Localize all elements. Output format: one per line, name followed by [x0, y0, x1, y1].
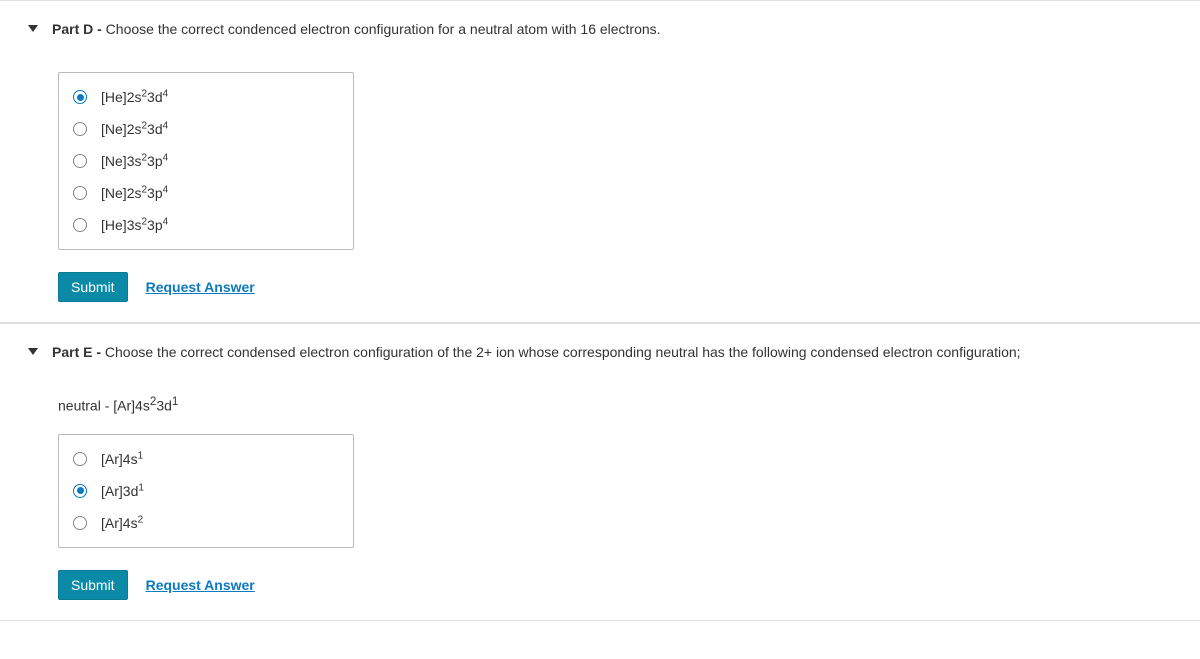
option-label: [Ne]2s23d4 — [101, 121, 168, 137]
neutral-config-line: neutral - [Ar]4s23d1 — [58, 395, 1200, 414]
radio-icon[interactable] — [73, 154, 87, 168]
part-e-options: [Ar]4s1 [Ar]3d1 [Ar]4s2 — [58, 434, 354, 548]
part-d-header: Part D - Choose the correct condenced el… — [0, 11, 1200, 52]
request-answer-link[interactable]: Request Answer — [146, 279, 255, 295]
option-label: [Ne]2s23p4 — [101, 185, 168, 201]
collapse-caret-icon[interactable] — [28, 25, 38, 32]
radio-icon[interactable] — [73, 452, 87, 466]
radio-icon[interactable] — [73, 484, 87, 498]
radio-icon[interactable] — [73, 516, 87, 530]
option-row[interactable]: [He]3s23p4 — [59, 209, 353, 241]
submit-button[interactable]: Submit — [58, 570, 128, 600]
collapse-caret-icon[interactable] — [28, 348, 38, 355]
part-d-label: Part D - — [52, 21, 102, 37]
option-row[interactable]: [Ar]3d1 — [59, 475, 353, 507]
option-label: [Ne]3s23p4 — [101, 153, 168, 169]
option-row[interactable]: [Ne]2s23p4 — [59, 177, 353, 209]
request-answer-link[interactable]: Request Answer — [146, 577, 255, 593]
part-e-section: Part E - Choose the correct condensed el… — [0, 323, 1200, 621]
radio-icon[interactable] — [73, 122, 87, 136]
option-label: [He]3s23p4 — [101, 217, 168, 233]
option-row[interactable]: [Ar]4s1 — [59, 443, 353, 475]
part-d-title: Part D - Choose the correct condenced el… — [52, 19, 661, 40]
part-e-body: neutral - [Ar]4s23d1 [Ar]4s1 [Ar]3d1 [Ar… — [0, 395, 1200, 600]
option-label: [Ar]4s2 — [101, 515, 143, 531]
radio-icon[interactable] — [73, 186, 87, 200]
part-e-actions: Submit Request Answer — [58, 570, 1200, 600]
radio-icon[interactable] — [73, 218, 87, 232]
option-row[interactable]: [Ne]3s23p4 — [59, 145, 353, 177]
part-e-header: Part E - Choose the correct condensed el… — [0, 334, 1200, 375]
option-label: [Ar]3d1 — [101, 483, 144, 499]
option-row[interactable]: [Ne]2s23d4 — [59, 113, 353, 145]
submit-button[interactable]: Submit — [58, 272, 128, 302]
option-label: [Ar]4s1 — [101, 451, 143, 467]
part-d-body: [He]2s23d4 [Ne]2s23d4 [Ne]3s23p4 [Ne]2s2… — [0, 72, 1200, 302]
radio-icon[interactable] — [73, 90, 87, 104]
part-e-title: Part E - Choose the correct condensed el… — [52, 342, 1021, 363]
option-label: [He]2s23d4 — [101, 89, 168, 105]
part-d-prompt: Choose the correct condenced electron co… — [102, 21, 661, 37]
part-d-section: Part D - Choose the correct condenced el… — [0, 0, 1200, 323]
option-row[interactable]: [Ar]4s2 — [59, 507, 353, 539]
part-e-label: Part E - — [52, 344, 101, 360]
part-d-actions: Submit Request Answer — [58, 272, 1200, 302]
part-d-options: [He]2s23d4 [Ne]2s23d4 [Ne]3s23p4 [Ne]2s2… — [58, 72, 354, 250]
option-row[interactable]: [He]2s23d4 — [59, 81, 353, 113]
part-e-prompt: Choose the correct condensed electron co… — [101, 344, 1021, 360]
